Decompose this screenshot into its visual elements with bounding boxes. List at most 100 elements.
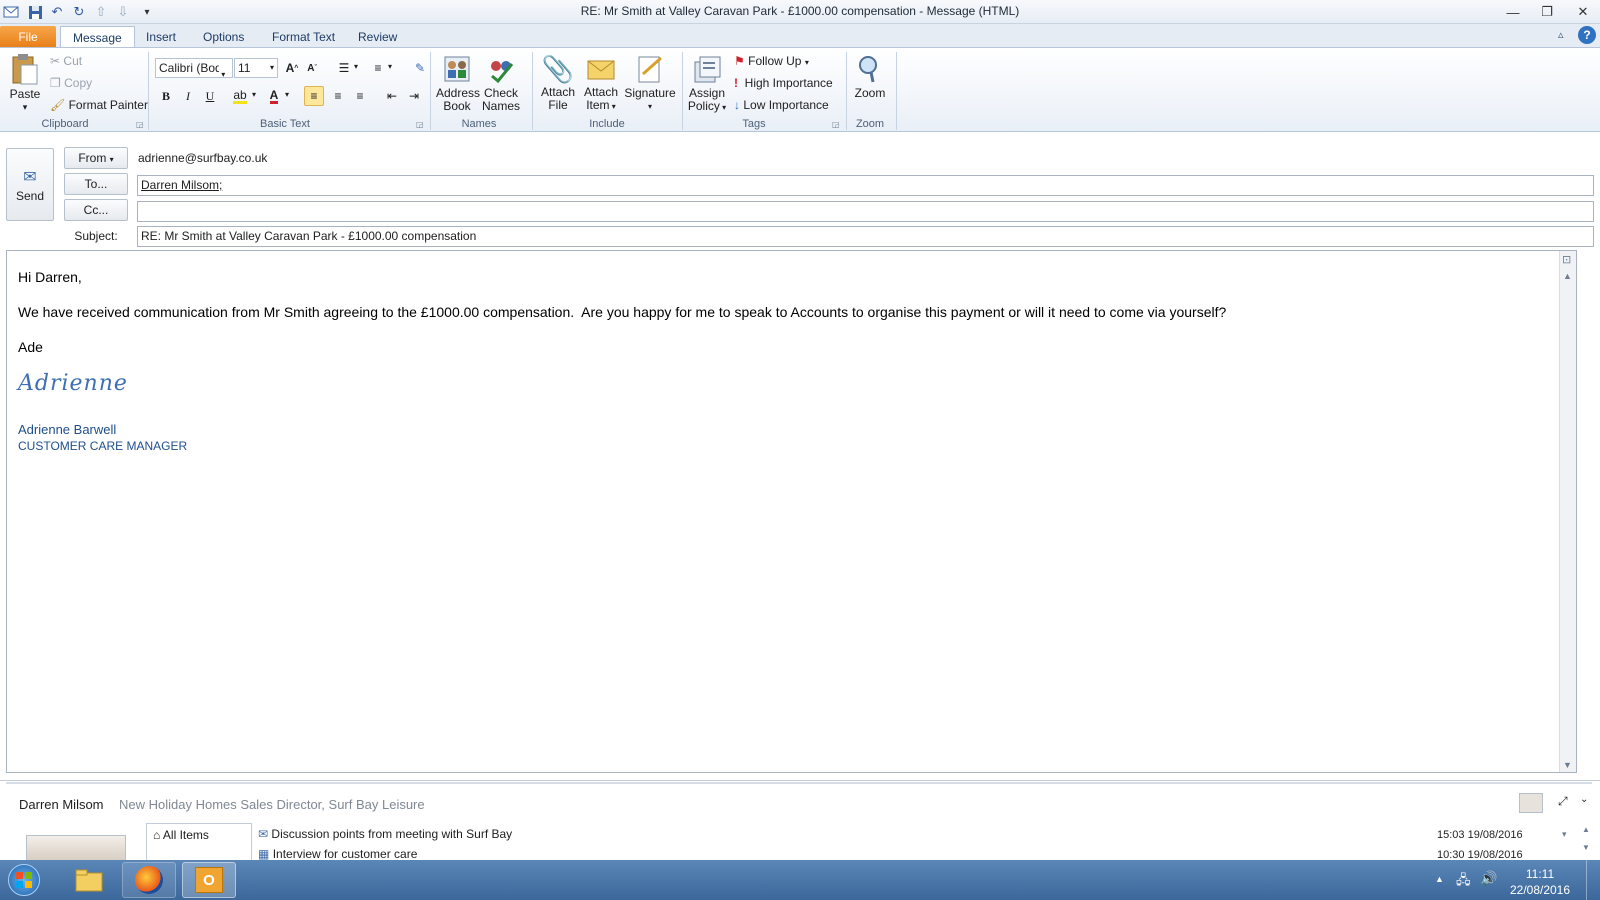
to-button[interactable]: To... [64, 173, 128, 195]
clock-date[interactable]: 22/08/2016 [1500, 883, 1580, 897]
numbering-icon[interactable]: ≡ [368, 58, 388, 78]
signature-button[interactable]: Signature ▾ [624, 52, 676, 113]
start-button[interactable] [4, 862, 44, 898]
people-pane: Darren Milsom New Holiday Homes Sales Di… [0, 780, 1600, 861]
activity-item[interactable]: ✉ Discussion points from meeting with Su… [258, 827, 512, 841]
from-button[interactable]: From ▾ [64, 147, 128, 169]
align-center-icon[interactable]: ≡ [328, 86, 348, 106]
restore-button[interactable]: ❐ [1530, 1, 1564, 23]
font-name-combo[interactable]: Calibri (Body) ▾ [155, 58, 233, 79]
collapse-pane-icon[interactable]: ⌄ [1580, 794, 1588, 805]
font-size-combo[interactable]: 11 ▾ [234, 58, 278, 78]
all-items-filter[interactable]: ⌂ All Items [153, 828, 209, 842]
send-button[interactable]: ✉ Send [6, 148, 54, 221]
minimize-button[interactable]: — [1496, 1, 1530, 23]
font-color-dropdown-icon[interactable]: ▾ [285, 90, 289, 99]
firefox-taskbar-button[interactable] [122, 862, 176, 898]
group-separator [896, 52, 897, 130]
check-names-button[interactable]: Check Names [480, 52, 522, 113]
group-separator [846, 52, 847, 130]
clock-time[interactable]: 11:11 [1500, 867, 1580, 881]
grow-font-icon[interactable]: A ^ [282, 58, 302, 78]
show-hidden-icons-icon[interactable]: ▲ [1435, 874, 1444, 884]
vertical-scrollbar[interactable]: ⊡ ▲ ▼ [1559, 251, 1576, 772]
attach-file-button[interactable]: 📎 Attach File [538, 52, 578, 112]
font-color-icon[interactable]: A [264, 86, 284, 106]
outlook-icon: O [195, 867, 223, 893]
increase-indent-icon[interactable]: ⇥ [404, 86, 424, 106]
clipboard-group-label: Clipboard [41, 118, 89, 130]
copy-button[interactable]: ❐ Copy [50, 76, 92, 90]
bold-icon[interactable]: B [156, 86, 176, 106]
people-filter-list: ⌂ All Items [146, 823, 252, 861]
to-field[interactable]: Darren Milsom; [137, 175, 1594, 196]
shrink-font-icon[interactable]: Aˇ [302, 58, 322, 78]
people-scroll-up-icon[interactable]: ▲ [1582, 825, 1590, 834]
attach-item-button[interactable]: Attach Item ▾ [580, 52, 622, 113]
clipboard-dialog-launcher-icon[interactable]: ◲ [136, 120, 144, 129]
cc-field[interactable] [137, 201, 1594, 222]
window-title: RE: Mr Smith at Valley Caravan Park - £1… [580, 4, 1020, 18]
decrease-indent-icon[interactable]: ⇤ [382, 86, 402, 106]
exclamation-icon: ! [734, 76, 738, 90]
to-recipient[interactable]: Darren Milsom; [141, 178, 222, 192]
paperclip-icon: 📎 [541, 53, 575, 84]
expand-pane-icon[interactable]: ⤢ [1558, 794, 1568, 809]
cc-button[interactable]: Cc... [64, 199, 128, 221]
file-explorer-taskbar-button[interactable] [62, 862, 116, 898]
align-left-icon[interactable]: ≡ [304, 86, 324, 106]
address-book-button[interactable]: Address Book [436, 52, 480, 113]
mail-item-icon: ✉ [258, 827, 269, 841]
activity-item[interactable]: ▦ Interview for customer care [258, 847, 417, 861]
bullets-icon[interactable]: ☰ [334, 58, 354, 78]
copy-icon: ❐ [50, 76, 61, 90]
highlight-dropdown-icon[interactable]: ▾ [252, 90, 256, 99]
scroll-up-icon[interactable]: ▲ [1563, 271, 1572, 281]
contact-thumbnail-avatar[interactable] [1519, 793, 1543, 813]
underline-icon[interactable]: U [200, 86, 220, 106]
align-right-icon[interactable]: ≡ [350, 86, 370, 106]
high-importance-button[interactable]: ! High Importance [734, 76, 833, 90]
include-group-label: Include [589, 118, 625, 130]
tab-options[interactable]: Options [191, 26, 256, 48]
tab-file[interactable]: File [0, 26, 56, 48]
group-separator [682, 52, 683, 130]
low-importance-button[interactable]: ↓ Low Importance [734, 98, 829, 112]
volume-icon[interactable]: 🔊 [1480, 870, 1497, 887]
zoom-button[interactable]: Zoom [850, 52, 890, 100]
italic-icon[interactable]: I [178, 86, 198, 106]
follow-up-button[interactable]: ⚑ Follow Up ▾ [734, 54, 809, 68]
people-pane-splitter[interactable] [6, 782, 1592, 784]
names-group-label: Names [461, 118, 497, 130]
activity-item-dropdown-icon[interactable]: ▾ [1562, 829, 1567, 840]
outlook-taskbar-button[interactable]: O [182, 862, 236, 898]
show-desktop-button[interactable] [1586, 860, 1600, 900]
subject-field[interactable]: RE: Mr Smith at Valley Caravan Park - £1… [137, 226, 1594, 247]
close-button[interactable]: ✕ [1566, 1, 1600, 23]
basic-text-dialog-launcher-icon[interactable]: ◲ [416, 120, 424, 129]
highlight-icon[interactable]: ab [230, 86, 250, 106]
numbering-dropdown-icon[interactable]: ▾ [388, 62, 392, 71]
paste-icon [9, 52, 41, 86]
people-name: Darren Milsom [19, 797, 104, 812]
assign-policy-button[interactable]: Assign Policy ▾ [686, 52, 728, 114]
firefox-icon [135, 866, 163, 894]
format-painter-button[interactable]: 🖌 Format Painter [50, 98, 148, 112]
cut-button[interactable]: ✂ Cut [50, 54, 82, 68]
ruler-icon[interactable]: ⊡ [1562, 253, 1571, 266]
network-icon[interactable]: 🖧 [1456, 871, 1471, 893]
message-body[interactable]: Hi Darren, We have received communicatio… [6, 250, 1577, 773]
tab-review[interactable]: Review [346, 26, 409, 48]
minimize-ribbon-icon[interactable]: ▵ [1558, 28, 1564, 41]
help-icon[interactable]: ? [1578, 26, 1596, 44]
paste-button[interactable]: Paste ▾ [6, 52, 44, 114]
clear-formatting-icon[interactable]: ✎ [410, 58, 430, 78]
people-scroll-down-icon[interactable]: ▼ [1582, 843, 1590, 852]
tab-message[interactable]: Message [60, 26, 135, 48]
tab-format-text[interactable]: Format Text [260, 26, 347, 48]
scroll-down-icon[interactable]: ▼ [1563, 760, 1572, 770]
tab-insert[interactable]: Insert [134, 26, 188, 48]
bullets-dropdown-icon[interactable]: ▾ [354, 62, 358, 71]
flag-icon: ⚑ [734, 54, 745, 68]
tags-dialog-launcher-icon[interactable]: ◲ [832, 120, 840, 129]
